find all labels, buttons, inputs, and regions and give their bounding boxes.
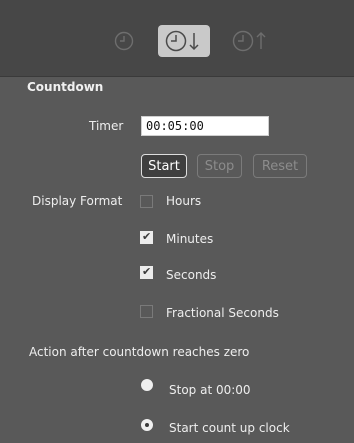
- clock-down-arrow-icon: [165, 30, 199, 52]
- radio-dot: [145, 423, 149, 427]
- stop-button[interactable]: Stop: [197, 154, 242, 178]
- countdown-mode-button[interactable]: [158, 25, 210, 57]
- countup-mode-button[interactable]: [228, 25, 274, 57]
- clock-up-arrow-icon: [232, 30, 266, 52]
- mode-toolbar: [0, 0, 354, 80]
- start-button[interactable]: Start: [141, 154, 187, 178]
- seconds-label: Seconds: [166, 268, 217, 282]
- checkmark-icon: ✔: [142, 230, 152, 243]
- timer-label: Timer: [89, 119, 124, 133]
- minutes-checkbox[interactable]: ✔: [140, 231, 153, 244]
- minutes-label: Minutes: [166, 232, 214, 246]
- clock-icon: [114, 31, 134, 51]
- display-format-label: Display Format: [32, 194, 123, 208]
- reset-button[interactable]: Reset: [253, 154, 307, 178]
- stop-at-zero-label: Stop at 00:00: [169, 383, 251, 397]
- hours-label: Hours: [166, 194, 202, 208]
- seconds-checkbox[interactable]: ✔: [140, 266, 153, 279]
- section-title: Countdown: [27, 80, 104, 94]
- hours-checkbox[interactable]: [140, 195, 153, 208]
- timer-input[interactable]: 00:05:00: [141, 116, 269, 136]
- stop-at-zero-radio[interactable]: [141, 379, 153, 391]
- start-count-up-radio[interactable]: [141, 419, 153, 431]
- fractional-seconds-checkbox[interactable]: [140, 305, 153, 318]
- start-count-up-label: Start count up clock: [169, 421, 290, 435]
- clock-mode-button[interactable]: [108, 25, 140, 57]
- action-label: Action after countdown reaches zero: [29, 345, 250, 359]
- fractional-seconds-label: Fractional Seconds: [166, 306, 279, 320]
- checkmark-icon: ✔: [142, 265, 152, 278]
